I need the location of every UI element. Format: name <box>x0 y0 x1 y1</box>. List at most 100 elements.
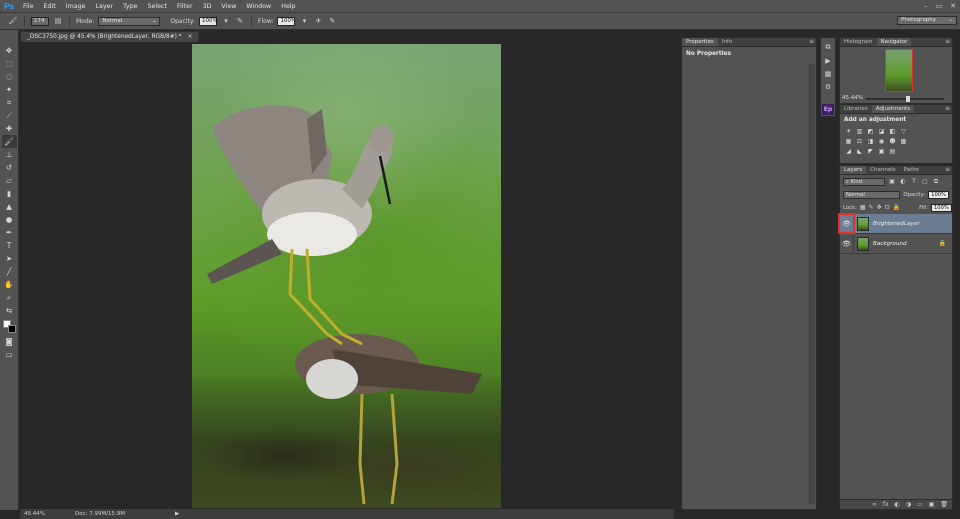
menu-type[interactable]: Type <box>118 0 142 13</box>
layer-fill-input[interactable]: 100% <box>931 203 952 212</box>
delete-layer-icon[interactable]: 🗑 <box>940 501 948 508</box>
new-group-icon[interactable]: ▭ <box>917 501 923 508</box>
filter-shape-icon[interactable]: ▢ <box>921 178 929 185</box>
tab-info[interactable]: Info <box>718 38 736 46</box>
panel-menu-icon[interactable]: ≡ <box>945 166 950 174</box>
properties-scrollbar[interactable] <box>809 64 815 504</box>
paths-panel-icon[interactable]: ⚙ <box>822 81 834 92</box>
background-color-swatch[interactable] <box>7 325 16 333</box>
brush-tool-icon[interactable]: 🖌 <box>1 135 17 148</box>
navigator-zoom-knob[interactable] <box>906 96 910 102</box>
lock-position-icon[interactable]: ✥ <box>877 204 882 211</box>
photo-filter-icon[interactable]: ◉ <box>877 137 886 145</box>
lock-all-icon[interactable]: 🔒 <box>893 204 900 211</box>
exposure-icon[interactable]: ◪ <box>877 127 886 135</box>
layer-background[interactable]: 👁 Background 🔒 <box>840 233 952 254</box>
actions-panel-icon[interactable]: ▶ <box>822 55 834 66</box>
marquee-tool-icon[interactable]: ⬚ <box>2 57 17 70</box>
document-size[interactable]: Doc: 7.99M/15.9M <box>75 511 125 517</box>
tab-channels[interactable]: Channels <box>866 166 899 174</box>
lock-image-icon[interactable]: ✎ <box>869 204 874 211</box>
invert-icon[interactable]: ◢ <box>844 147 853 155</box>
curves-icon[interactable]: ◩ <box>866 127 875 135</box>
tab-properties[interactable]: Properties <box>682 38 718 46</box>
document-tab[interactable]: _DSC3750.jpg @ 45.4% (BrightenedLayer, R… <box>20 31 200 42</box>
flow-input[interactable]: 100% <box>277 16 296 26</box>
panel-menu-icon[interactable]: ≡ <box>945 105 950 113</box>
brush-size-picker[interactable]: 174 <box>31 16 49 26</box>
pressure-size-icon[interactable]: ✎ <box>327 16 337 26</box>
history-brush-tool-icon[interactable]: ↺ <box>2 161 17 174</box>
adjustment-layer-icon[interactable]: ◑ <box>906 501 911 508</box>
swatches-panel-icon[interactable]: ▦ <box>822 68 834 79</box>
tab-paths[interactable]: Paths <box>900 166 923 174</box>
menu-edit[interactable]: Edit <box>39 0 61 13</box>
color-balance-icon[interactable]: ⚖ <box>855 137 864 145</box>
navigator-zoom[interactable]: 45.44% <box>842 95 863 101</box>
blur-tool-icon[interactable]: ▲ <box>2 200 17 213</box>
triangle-icon[interactable]: ▽ <box>899 127 908 135</box>
menu-filter[interactable]: Filter <box>172 0 198 13</box>
eyedropper-tool-icon[interactable]: ⟋ <box>2 109 17 122</box>
filter-smart-icon[interactable]: ⧉ <box>932 178 940 186</box>
pressure-opacity-icon[interactable]: ✎ <box>235 16 245 26</box>
threshold-icon[interactable]: ◤ <box>866 147 875 155</box>
workspace-select[interactable]: Photography ⌄ <box>897 16 957 25</box>
crop-tool-icon[interactable]: ⌗ <box>2 96 17 109</box>
tab-navigator[interactable]: Navigator <box>876 38 912 46</box>
menu-3d[interactable]: 3D <box>198 0 217 13</box>
hue-saturation-icon[interactable]: ▦ <box>844 137 853 145</box>
menu-image[interactable]: Image <box>61 0 91 13</box>
tab-adjustments[interactable]: Adjustments <box>871 105 915 113</box>
navigator-zoom-slider[interactable] <box>866 98 944 100</box>
filter-pixel-icon[interactable]: ▣ <box>888 178 896 185</box>
tab-histogram[interactable]: Histogram <box>840 38 877 46</box>
dodge-tool-icon[interactable]: ● <box>2 213 17 226</box>
gradient-tool-icon[interactable]: ▮ <box>2 187 17 200</box>
quick-select-tool-icon[interactable]: ✦ <box>2 83 17 96</box>
line-tool-icon[interactable]: ╱ <box>2 265 17 278</box>
menu-window[interactable]: Window <box>241 0 276 13</box>
eraser-tool-icon[interactable]: ▱ <box>2 174 17 187</box>
menu-file[interactable]: File <box>18 0 39 13</box>
clone-stamp-tool-icon[interactable]: ⊥ <box>2 148 17 161</box>
tab-libraries[interactable]: Libraries <box>840 105 872 113</box>
brush-panel-icon[interactable]: ▤ <box>53 16 63 26</box>
zoom-level[interactable]: 45.44% <box>24 511 45 517</box>
black-white-icon[interactable]: ◨ <box>866 137 875 145</box>
minimize-button[interactable]: – <box>924 2 928 10</box>
hand-tool-icon[interactable]: ✋ <box>2 278 17 291</box>
levels-icon[interactable]: ▥ <box>855 127 864 135</box>
healing-brush-tool-icon[interactable]: ✚ <box>2 122 17 135</box>
navigator-view-box[interactable] <box>885 49 913 92</box>
type-tool-icon[interactable]: T <box>2 239 17 252</box>
selective-color-icon[interactable]: ▤ <box>888 147 897 155</box>
layer-filter-select[interactable]: ⌕ Kind <box>843 177 885 186</box>
menu-help[interactable]: Help <box>276 0 300 13</box>
menu-view[interactable]: View <box>216 0 241 13</box>
layer-opacity-input[interactable]: 100% <box>928 190 949 199</box>
link-layers-icon[interactable]: ∞ <box>872 501 877 508</box>
quick-mask-icon[interactable]: ◙ <box>2 335 17 348</box>
menu-layer[interactable]: Layer <box>90 0 118 13</box>
mode-select[interactable]: Normal ⌄ <box>98 16 161 26</box>
brightness-icon[interactable]: ☀ <box>844 127 853 135</box>
posterize-icon[interactable]: ◣ <box>855 147 864 155</box>
gradient-map-icon[interactable]: ▣ <box>877 147 886 155</box>
airbrush-icon[interactable]: ✈ <box>313 16 323 26</box>
layer-brightenedlayer[interactable]: 👁 BrightenedLayer <box>838 213 952 234</box>
canvas-area[interactable] <box>20 42 674 508</box>
lasso-tool-icon[interactable]: ◌ <box>2 70 17 83</box>
panel-menu-icon[interactable]: ≡ <box>945 38 950 46</box>
filter-adjustment-icon[interactable]: ◐ <box>899 178 907 185</box>
move-tool-icon[interactable]: ✥ <box>2 44 17 57</box>
tab-layers[interactable]: Layers <box>840 166 867 174</box>
layer-mask-icon[interactable]: ◐ <box>895 501 900 508</box>
status-arrow-icon[interactable]: ▶ <box>175 511 179 517</box>
flow-dropdown-icon[interactable]: ▾ <box>299 16 309 26</box>
lock-transparent-icon[interactable]: ▦ <box>860 204 866 211</box>
blend-mode-select[interactable]: Normal <box>843 190 901 199</box>
ep-extension-icon[interactable]: Ep <box>822 104 834 115</box>
path-selection-tool-icon[interactable]: ➤ <box>2 252 17 265</box>
new-layer-icon[interactable]: ▣ <box>929 501 935 508</box>
